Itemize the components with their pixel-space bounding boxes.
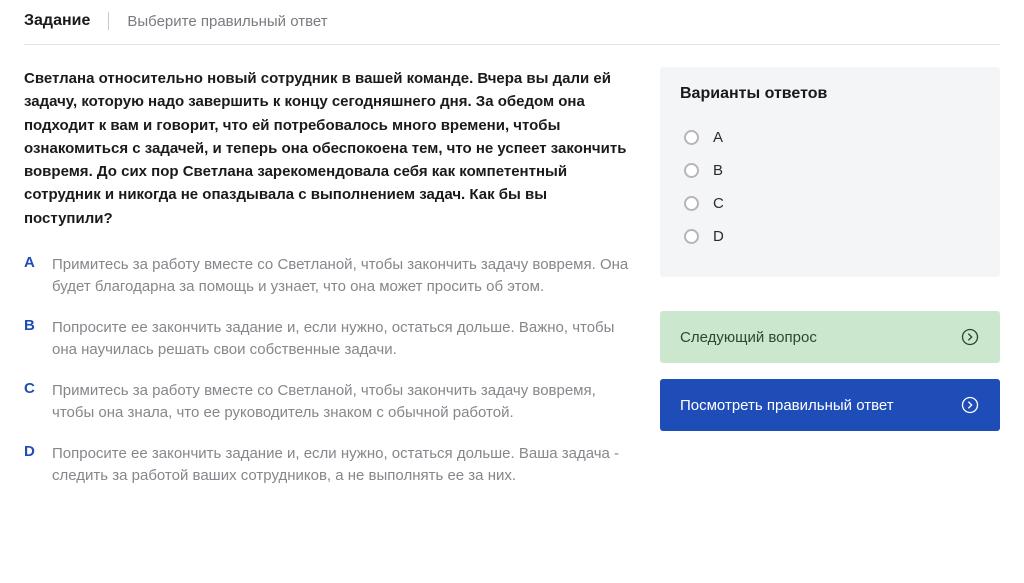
option-text: Попросите ее закончить задание и, если н…	[52, 317, 634, 362]
answer-choice-b[interactable]: B	[680, 154, 980, 187]
option-text: Попросите ее закончить задание и, если н…	[52, 443, 634, 488]
answer-label: A	[713, 129, 723, 146]
option-letter: C	[24, 380, 38, 397]
vertical-divider	[108, 12, 109, 30]
option-letter: D	[24, 443, 38, 460]
answer-choice-d[interactable]: D	[680, 220, 980, 253]
options-list: A Примитесь за работу вместе со Светлано…	[24, 254, 634, 488]
question-column: Светлана относительно новый сотрудник в …	[24, 67, 634, 488]
option-text: Примитесь за работу вместе со Светланой,…	[52, 254, 634, 299]
option-letter: A	[24, 254, 38, 271]
radio-icon	[684, 163, 699, 178]
header: Задание Выберите правильный ответ	[24, 12, 1000, 45]
button-label: Посмотреть правильный ответ	[680, 397, 894, 414]
answer-choice-c[interactable]: C	[680, 187, 980, 220]
answer-label: D	[713, 228, 724, 245]
arrow-right-circle-icon	[960, 395, 980, 415]
radio-icon	[684, 130, 699, 145]
answers-column: Варианты ответов A B C D Следующий вопро…	[660, 67, 1000, 488]
radio-icon	[684, 229, 699, 244]
answer-choice-a[interactable]: A	[680, 121, 980, 154]
answers-panel: Варианты ответов A B C D	[660, 67, 1000, 277]
option-c: C Примитесь за работу вместе со Светлано…	[24, 380, 634, 425]
option-text: Примитесь за работу вместе со Светланой,…	[52, 380, 634, 425]
question-text: Светлана относительно новый сотрудник в …	[24, 67, 634, 230]
page-title: Задание	[24, 12, 90, 30]
radio-icon	[684, 196, 699, 211]
next-question-button[interactable]: Следующий вопрос	[660, 311, 1000, 363]
arrow-right-circle-icon	[960, 327, 980, 347]
option-d: D Попросите ее закончить задание и, если…	[24, 443, 634, 488]
button-label: Следующий вопрос	[680, 329, 817, 346]
option-b: B Попросите ее закончить задание и, если…	[24, 317, 634, 362]
option-letter: B	[24, 317, 38, 334]
content: Светлана относительно новый сотрудник в …	[24, 67, 1000, 488]
answers-title: Варианты ответов	[680, 85, 980, 103]
view-answer-button[interactable]: Посмотреть правильный ответ	[660, 379, 1000, 431]
page-subtitle: Выберите правильный ответ	[127, 13, 327, 30]
answer-label: B	[713, 162, 723, 179]
answer-label: C	[713, 195, 724, 212]
option-a: A Примитесь за работу вместе со Светлано…	[24, 254, 634, 299]
